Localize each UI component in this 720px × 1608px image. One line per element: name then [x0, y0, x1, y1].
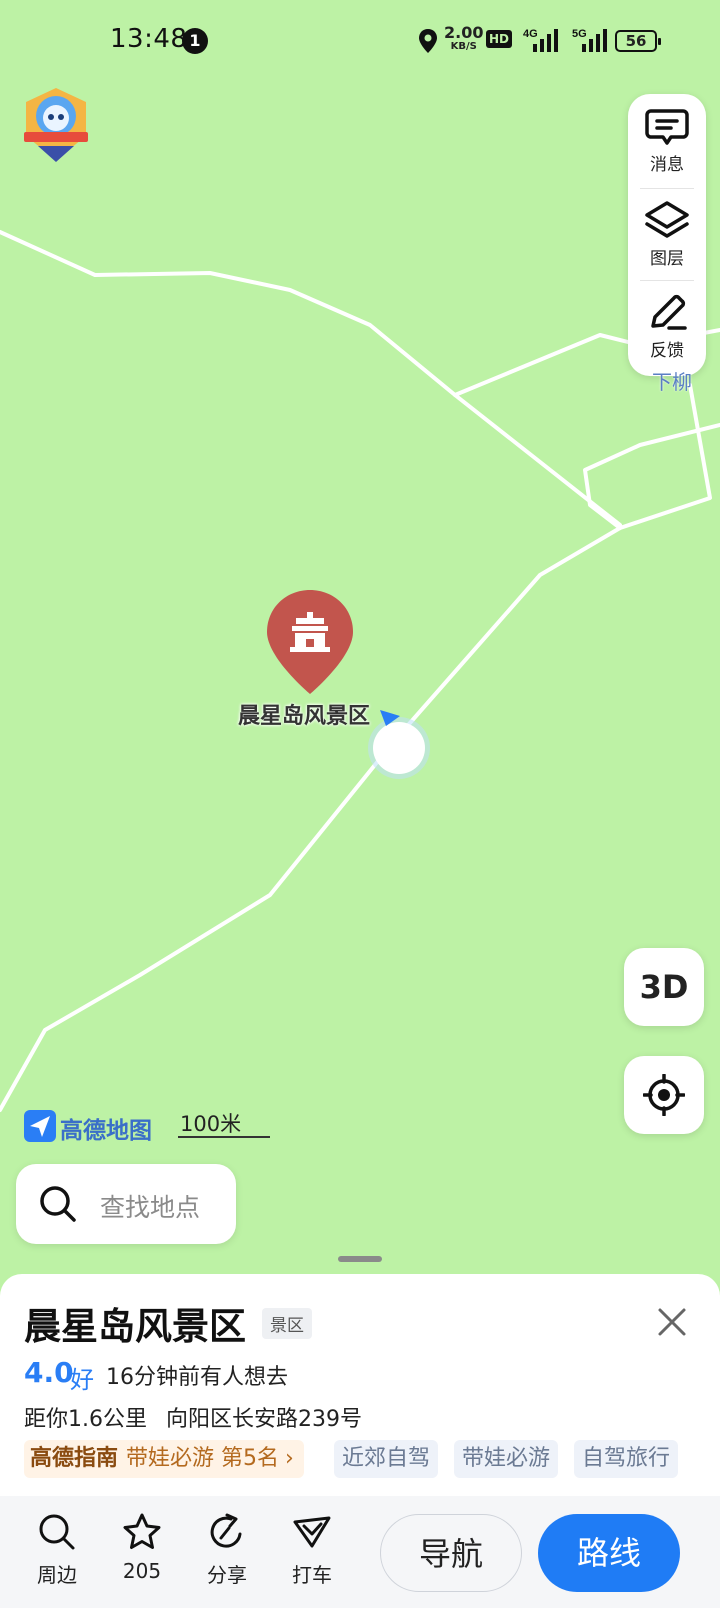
signal-4g-icon: 4G [523, 28, 558, 52]
map-scale-label: 100米 [180, 1112, 242, 1136]
hd-badge: HD [486, 30, 513, 48]
location-icon [419, 29, 437, 53]
locate-button[interactable] [624, 1056, 704, 1134]
poi-tag[interactable]: 近郊自驾 [334, 1440, 439, 1478]
feedback-button[interactable]: 反馈 [628, 278, 706, 368]
ranking-tag[interactable]: 高德指南 带娃必游 第5名 › [24, 1440, 304, 1478]
layers-label: 图层 [650, 249, 684, 269]
user-location-icon [368, 710, 430, 779]
battery-indicator: 56 [615, 30, 661, 52]
share-icon [210, 1513, 242, 1548]
layers-button[interactable]: 图层 [628, 186, 706, 276]
taxi-label: 打车 [292, 1563, 332, 1587]
network-4g-label: 4G [523, 28, 538, 40]
share-button[interactable]: 分享 [192, 1512, 262, 1588]
status-time: 13:48 [110, 24, 188, 54]
scenic-spot-marker-icon[interactable] [264, 588, 356, 698]
network-5g-label: 5G [572, 28, 587, 40]
map-scale-bar [178, 1136, 270, 1138]
messages-button[interactable]: 消息 [628, 94, 706, 184]
mascot-badge-icon[interactable] [18, 84, 94, 168]
taxi-button[interactable]: 打车 [277, 1512, 347, 1588]
map-place-label: 晨星岛风景区 [238, 704, 371, 729]
poi-tag[interactable]: 自驾旅行 [574, 1440, 679, 1478]
amap-logo-text: 高德地图 [60, 1118, 152, 1144]
poi-distance: 距你1.6公里 [24, 1407, 147, 1432]
messages-label: 消息 [650, 155, 684, 175]
notification-badge: 1 [182, 28, 208, 54]
poi-address: 向阳区长安路239号 [166, 1407, 362, 1432]
taxi-icon [293, 1516, 331, 1548]
search-icon [39, 1514, 75, 1550]
favorite-count: 205 [122, 1559, 162, 1583]
poi-tag[interactable]: 带娃必游 [454, 1440, 559, 1478]
amap-logo-icon [24, 1110, 56, 1142]
star-icon [123, 1513, 161, 1549]
close-icon[interactable] [650, 1300, 694, 1344]
sheet-drag-handle[interactable] [338, 1256, 382, 1262]
ranking-brand: 高德指南 [30, 1446, 119, 1471]
nearby-label: 周边 [37, 1563, 77, 1587]
share-label: 分享 [207, 1563, 247, 1587]
poi-rating-word: 好 [70, 1366, 94, 1394]
layers-icon [645, 201, 689, 238]
poi-category-badge: 景区 [262, 1308, 312, 1339]
favorite-button[interactable]: 205 [107, 1512, 177, 1583]
speed-unit: KB/S [450, 41, 477, 52]
nearby-button[interactable]: 周边 [22, 1512, 92, 1588]
map-road-label: 下柳 [652, 370, 692, 394]
message-icon [645, 109, 689, 145]
route-button[interactable]: 路线 [538, 1514, 680, 1592]
network-speed: 2.00 KB/S [444, 25, 483, 54]
chevron-right-icon: › [285, 1446, 294, 1471]
crosshair-icon [643, 1074, 685, 1116]
3d-toggle-button[interactable]: 3D [624, 948, 704, 1026]
search-icon [40, 1186, 76, 1222]
poi-recent-interest: 16分钟前有人想去 [106, 1365, 288, 1390]
ranking-text: 带娃必游 第5名 [126, 1446, 280, 1471]
poi-title: 晨星岛风景区 [24, 1305, 246, 1348]
navigate-button[interactable]: 导航 [380, 1514, 522, 1592]
poi-rating: 4.0 [24, 1356, 74, 1389]
pencil-icon [651, 294, 687, 330]
status-bar: 13:48 1 2.00 KB/S HD 4G 5G 56 [0, 0, 720, 84]
feedback-label: 反馈 [650, 341, 684, 361]
signal-5g-icon: 5G [572, 28, 607, 52]
map-toolbar: 消息 图层 反馈 [628, 94, 706, 376]
search-placeholder: 查找地点 [100, 1193, 201, 1222]
